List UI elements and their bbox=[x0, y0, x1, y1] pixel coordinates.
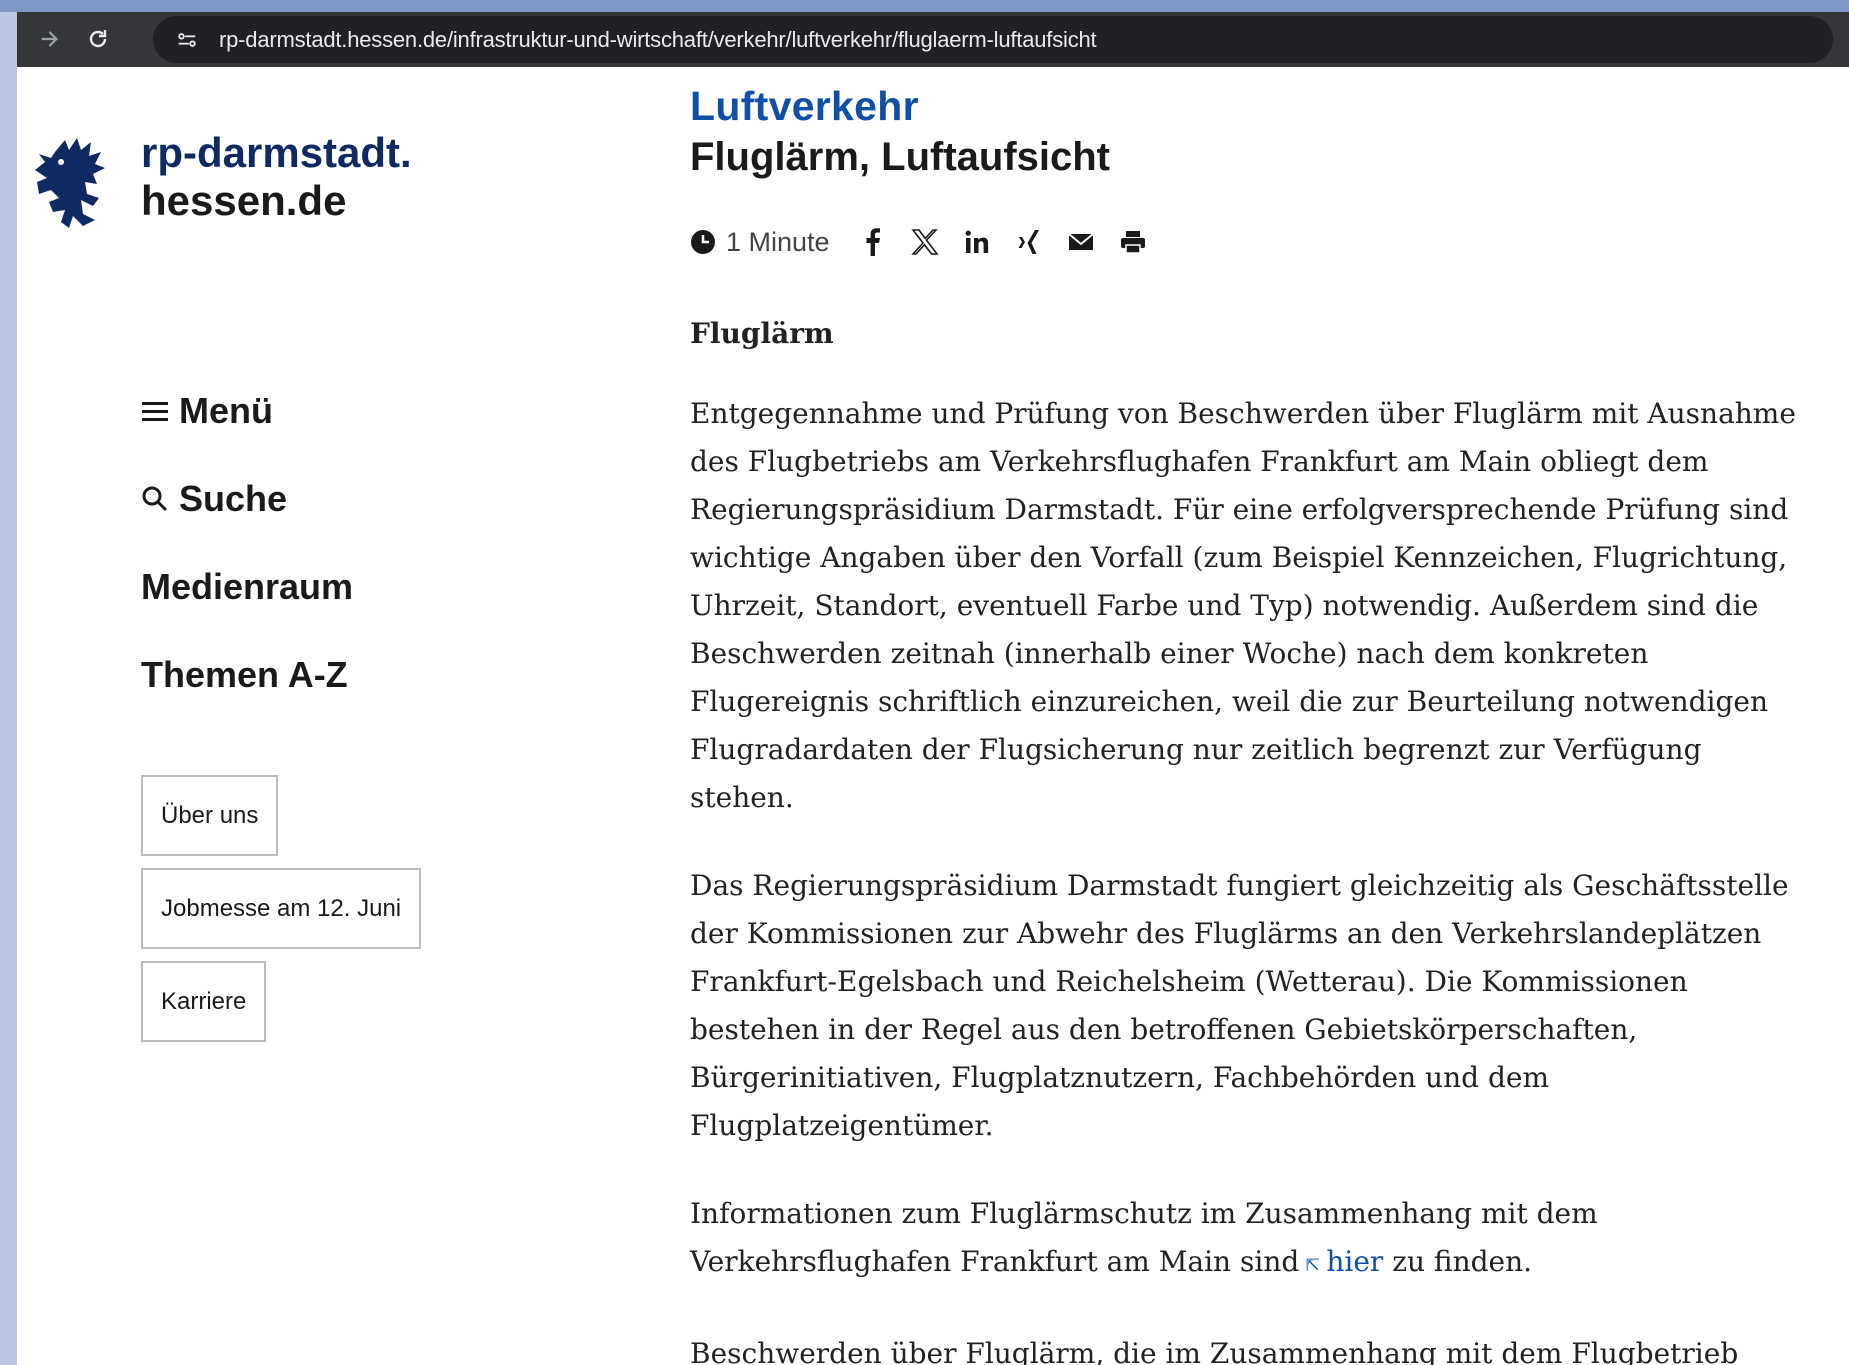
arrow-right-icon bbox=[41, 31, 58, 47]
article-paragraph-3: Informationen zum Fluglärmschutz im Zusa… bbox=[690, 1190, 1810, 1290]
address-bar[interactable]: rp-darmstadt.hessen.de/infrastruktur-und… bbox=[153, 16, 1833, 63]
site-logo-text[interactable]: rp-darmstadt. hessen.de bbox=[141, 129, 412, 225]
nav-link-themen-a-z[interactable]: Themen A-Z bbox=[141, 631, 353, 719]
paragraph-3-tail: zu finden. bbox=[1392, 1245, 1533, 1278]
search-button[interactable]: Suche bbox=[141, 455, 353, 543]
themen-label: Themen A-Z bbox=[141, 654, 348, 695]
quicklink-ueber-uns[interactable]: Über uns bbox=[141, 775, 279, 856]
share-x[interactable] bbox=[910, 227, 940, 257]
article-meta: 1 Minute bbox=[690, 222, 1170, 262]
clock-icon bbox=[691, 230, 715, 254]
search-icon bbox=[142, 486, 168, 512]
external-link-icon: ⇱ bbox=[1305, 1255, 1321, 1276]
share-facebook[interactable] bbox=[858, 227, 888, 257]
nav-link-medienraum[interactable]: Medienraum bbox=[141, 543, 353, 631]
reading-time: 1 Minute bbox=[726, 226, 830, 257]
xing-icon bbox=[1018, 230, 1039, 254]
reload-icon bbox=[89, 30, 107, 48]
page-title: Fluglärm, Luftaufsicht bbox=[690, 135, 1110, 179]
url-text[interactable]: rp-darmstadt.hessen.de/infrastruktur-und… bbox=[219, 27, 1097, 53]
quicklinks: Über uns Jobmesse am 12. Juni Karriere bbox=[141, 775, 422, 1054]
forward-button[interactable] bbox=[33, 22, 67, 56]
logo-line-1: rp-darmstadt. bbox=[141, 129, 412, 176]
x-icon bbox=[910, 229, 939, 255]
section-title[interactable]: Luftverkehr bbox=[690, 83, 919, 130]
logo-line-2: hessen.de bbox=[141, 177, 347, 224]
linkedin-icon bbox=[965, 230, 988, 253]
side-navigation: Menü Suche Medienraum Themen A-Z bbox=[141, 367, 353, 719]
share-mail[interactable] bbox=[1066, 227, 1096, 257]
share-print[interactable] bbox=[1118, 227, 1148, 257]
hessen-lion-logo-icon[interactable] bbox=[25, 132, 125, 232]
medienraum-label: Medienraum bbox=[141, 566, 354, 607]
hier-link[interactable]: hier bbox=[1326, 1245, 1383, 1278]
article-heading: Fluglärm bbox=[690, 317, 834, 350]
mail-icon bbox=[1067, 233, 1094, 250]
search-label: Suche bbox=[179, 478, 288, 519]
menu-button[interactable]: Menü bbox=[141, 367, 353, 455]
window-top-strip bbox=[0, 0, 1849, 12]
article-paragraph-2: Das Regierungspräsidium Darmstadt fungie… bbox=[690, 869, 1789, 1142]
article-paragraph-4: Beschwerden über Fluglärm, die im Zusamm… bbox=[690, 1337, 1739, 1365]
quicklink-karriere[interactable]: Karriere bbox=[141, 961, 267, 1042]
site-info-icon[interactable] bbox=[173, 26, 201, 54]
menu-label: Menü bbox=[179, 390, 273, 431]
facebook-icon bbox=[866, 228, 880, 256]
browser-toolbar: rp-darmstadt.hessen.de/infrastruktur-und… bbox=[17, 12, 1849, 67]
share-linkedin[interactable] bbox=[962, 227, 992, 257]
webpage: rp-darmstadt. hessen.de Menü Suche Medie… bbox=[17, 67, 1849, 1365]
reload-button[interactable] bbox=[81, 22, 115, 56]
hamburger-icon bbox=[142, 402, 168, 421]
share-xing[interactable] bbox=[1014, 227, 1044, 257]
print-icon bbox=[1120, 231, 1145, 254]
article-paragraph-1: Entgegennahme und Prüfung von Beschwerde… bbox=[690, 397, 1796, 814]
quicklink-jobmesse[interactable]: Jobmesse am 12. Juni bbox=[141, 868, 422, 949]
article-body: Fluglärm Entgegennahme und Prüfung von B… bbox=[690, 317, 1810, 1365]
